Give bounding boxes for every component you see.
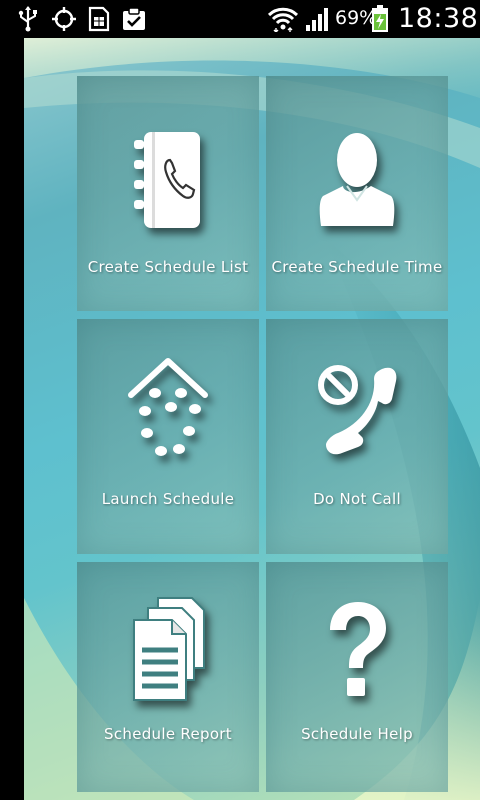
usb-icon — [14, 5, 42, 33]
dial-pad-launch-icon — [77, 355, 259, 465]
documents-report-icon — [77, 596, 259, 706]
person-icon — [266, 130, 448, 230]
clock-time: 18:38 — [398, 3, 479, 34]
tile-launch-schedule[interactable]: Launch Schedule — [77, 319, 259, 554]
left-edge — [0, 38, 24, 800]
battery-charging-icon — [370, 5, 390, 33]
question-mark-icon — [266, 600, 448, 704]
tile-schedule-help[interactable]: Schedule Help — [266, 562, 448, 792]
tile-label: Schedule Help — [301, 725, 413, 743]
gps-icon — [50, 5, 78, 33]
sim-card-icon — [86, 5, 112, 33]
tile-create-schedule-list[interactable]: Create Schedule List — [77, 76, 259, 311]
wifi-icon — [266, 5, 300, 33]
clipboard-check-icon — [120, 5, 148, 33]
signal-icon — [304, 5, 332, 33]
do-not-call-icon — [266, 361, 448, 461]
tile-label: Do Not Call — [313, 490, 401, 508]
status-bar: 69% 18:38 — [0, 0, 480, 38]
tile-label: Create Schedule List — [87, 258, 249, 276]
tile-schedule-report[interactable]: Schedule Report — [77, 562, 259, 792]
tile-create-schedule-time[interactable]: Create Schedule Time — [266, 76, 448, 311]
tile-do-not-call[interactable]: Do Not Call — [266, 319, 448, 554]
tile-label: Launch Schedule — [101, 490, 235, 508]
tile-label: Schedule Report — [104, 725, 232, 743]
tile-label: Create Schedule Time — [271, 258, 443, 276]
contacts-book-icon — [77, 126, 259, 236]
